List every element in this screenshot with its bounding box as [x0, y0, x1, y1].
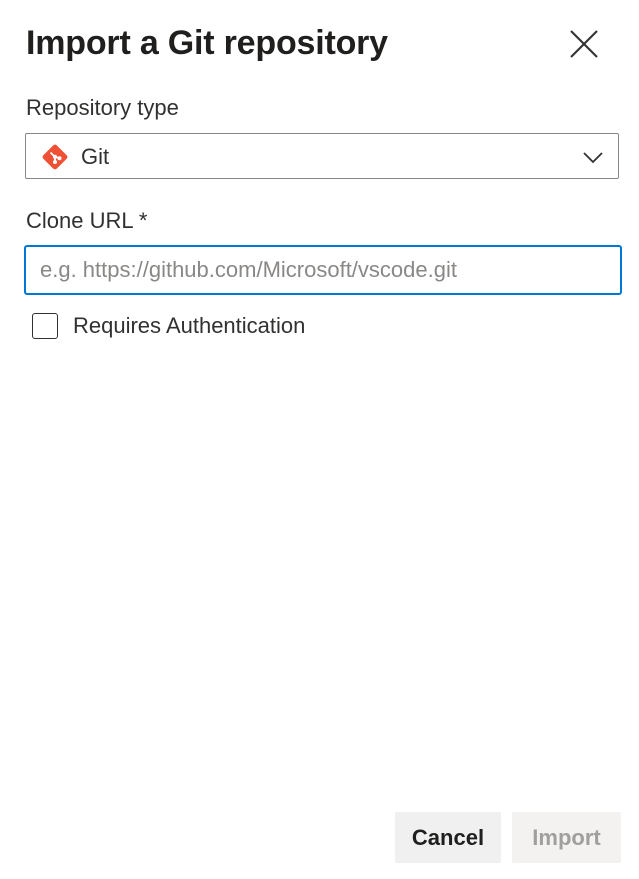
clone-url-input[interactable]	[24, 245, 622, 295]
requires-authentication-checkbox[interactable]	[32, 313, 58, 339]
requires-authentication-label: Requires Authentication	[73, 313, 306, 338]
git-logo-icon	[42, 144, 68, 170]
import-button[interactable]: Import	[512, 812, 621, 863]
chevron-down-icon	[583, 152, 603, 164]
close-icon	[570, 30, 598, 58]
requires-authentication-option[interactable]: Requires Authentication	[32, 310, 305, 342]
clone-url-label: Clone URL *	[26, 208, 148, 233]
import-repository-dialog: Import a Git repository Repository type …	[0, 0, 639, 879]
dialog-title: Import a Git repository	[26, 24, 388, 62]
close-button[interactable]	[562, 22, 606, 66]
cancel-button[interactable]: Cancel	[395, 812, 501, 863]
repository-type-label: Repository type	[26, 95, 179, 120]
repository-type-dropdown[interactable]: Git	[25, 133, 619, 179]
repository-type-value: Git	[81, 144, 110, 169]
